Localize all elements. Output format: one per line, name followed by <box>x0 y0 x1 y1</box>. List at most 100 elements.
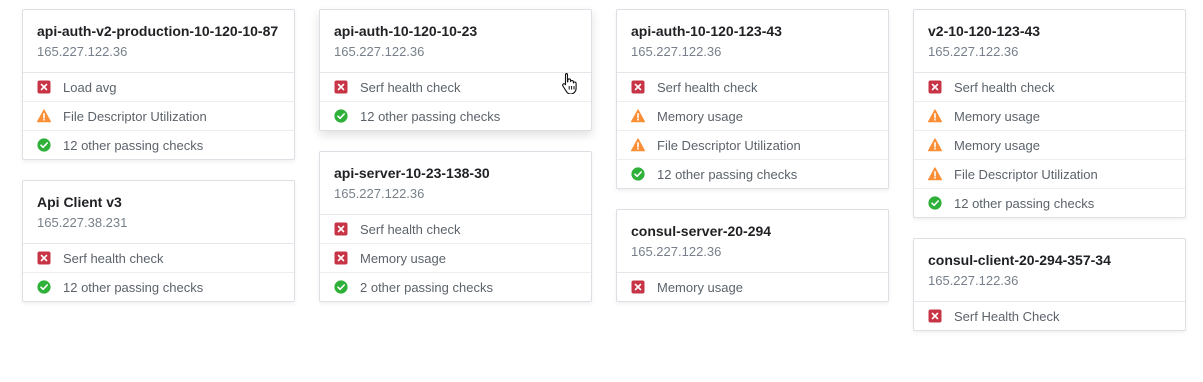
warning-icon <box>927 109 943 123</box>
node-card-header: consul-client-20-294-357-34 165.227.122.3… <box>914 239 1185 302</box>
node-card-header: api-auth-10-120-10-23 165.227.122.36 <box>320 10 591 73</box>
node-address: 165.227.122.36 <box>631 44 722 59</box>
health-check-label: Memory usage <box>657 279 743 295</box>
health-check-label: 12 other passing checks <box>360 108 501 124</box>
node-column: api-auth-v2-production-10-120-10-87 165.2… <box>22 9 295 331</box>
node-address: 165.227.38.231 <box>37 215 128 230</box>
node-card-header: api-auth-10-120-123-43 165.227.122.36 <box>617 10 888 73</box>
node-card[interactable]: v2-10-120-123-43 165.227.122.36 Serf healt… <box>913 9 1186 218</box>
health-check-item: Serf health check <box>617 73 888 101</box>
node-column: api-auth-10-120-10-23 165.227.122.36 Serf … <box>319 9 592 331</box>
health-check-label: 2 other passing checks <box>360 279 493 295</box>
passing-icon <box>37 280 51 294</box>
node-card-header: api-server-10-23-138-30 165.227.122.36 <box>320 152 591 215</box>
passing-icon <box>334 109 348 123</box>
health-check-item: Memory usage <box>320 243 591 272</box>
node-card-header: api-auth-v2-production-10-120-10-87 165.2… <box>23 10 294 73</box>
node-address: 165.227.122.36 <box>928 273 1019 288</box>
critical-icon <box>928 80 942 94</box>
health-check-list: Serf health check 12 other passing checks <box>320 73 591 130</box>
critical-icon <box>334 222 348 236</box>
warning-icon <box>927 167 943 181</box>
node-name: Api Client v3 <box>37 194 122 210</box>
health-check-item: 12 other passing checks <box>320 101 591 130</box>
health-check-list: Serf Health Check <box>914 302 1185 330</box>
hand-pointer-icon <box>562 72 577 94</box>
health-check-item: 12 other passing checks <box>617 159 888 188</box>
health-check-item: Memory usage <box>617 273 888 301</box>
health-check-list: Memory usage <box>617 273 888 301</box>
health-check-list: Serf health check Memory usage Memory usag… <box>914 73 1185 217</box>
health-check-label: Serf health check <box>954 79 1055 95</box>
health-check-item: Memory usage <box>914 101 1185 130</box>
critical-icon <box>37 80 51 94</box>
critical-icon <box>928 309 942 323</box>
node-address: 165.227.122.36 <box>928 44 1019 59</box>
passing-icon <box>631 167 645 181</box>
health-check-label: File Descriptor Utilization <box>954 166 1098 182</box>
health-check-item: Memory usage <box>914 130 1185 159</box>
node-card[interactable]: api-auth-10-120-10-23 165.227.122.36 Serf … <box>319 9 592 131</box>
health-check-item: Load avg <box>23 73 294 101</box>
health-check-label: Memory usage <box>954 137 1040 153</box>
node-address: 165.227.122.36 <box>37 44 128 59</box>
node-column: v2-10-120-123-43 165.227.122.36 Serf healt… <box>913 9 1186 331</box>
health-check-label: Serf health check <box>657 79 758 95</box>
warning-icon <box>36 109 52 123</box>
critical-icon <box>37 251 51 265</box>
critical-icon <box>631 80 645 94</box>
critical-icon <box>631 280 645 294</box>
node-card[interactable]: api-auth-v2-production-10-120-10-87 165.2… <box>22 9 295 160</box>
health-check-label: 12 other passing checks <box>954 195 1095 211</box>
node-column: api-auth-10-120-123-43 165.227.122.36 Serf… <box>616 9 889 331</box>
passing-icon <box>37 138 51 152</box>
node-name: api-auth-v2-production-10-120-10-87 <box>37 23 279 39</box>
health-check-item: File Descriptor Utilization <box>914 159 1185 188</box>
node-card[interactable]: Api Client v3 165.227.38.231 Serf health c… <box>22 180 295 302</box>
health-check-label: Memory usage <box>954 108 1040 124</box>
node-name: api-auth-10-120-10-23 <box>334 23 478 39</box>
health-check-label: File Descriptor Utilization <box>657 137 801 153</box>
warning-icon <box>630 109 646 123</box>
warning-icon <box>630 138 646 152</box>
node-name: api-auth-10-120-123-43 <box>631 23 782 39</box>
health-check-label: 12 other passing checks <box>63 279 204 295</box>
node-card[interactable]: api-server-10-23-138-30 165.227.122.36 Ser… <box>319 151 592 302</box>
health-check-item: Serf health check <box>320 73 591 101</box>
health-check-label: Memory usage <box>657 108 743 124</box>
health-check-item: Serf health check <box>320 215 591 243</box>
health-check-list: Serf health check 12 other passing checks <box>23 244 294 301</box>
health-check-label: Serf health check <box>360 221 461 237</box>
node-card[interactable]: api-auth-10-120-123-43 165.227.122.36 Serf… <box>616 9 889 189</box>
health-check-item: Serf Health Check <box>914 302 1185 330</box>
health-check-list: Serf health check Memory usage File Descri… <box>617 73 888 188</box>
node-address: 165.227.122.36 <box>334 186 425 201</box>
node-card-header: consul-server-20-294 165.227.122.36 <box>617 210 888 273</box>
node-grid: api-auth-v2-production-10-120-10-87 165.2… <box>22 9 1186 331</box>
critical-icon <box>334 80 348 94</box>
health-check-item: Memory usage <box>617 101 888 130</box>
node-card[interactable]: consul-client-20-294-357-34 165.227.122.3… <box>913 238 1186 331</box>
warning-icon <box>927 138 943 152</box>
health-check-item: 12 other passing checks <box>914 188 1185 217</box>
critical-icon <box>334 251 348 265</box>
health-check-item: 12 other passing checks <box>23 130 294 159</box>
health-check-label: Load avg <box>63 79 117 95</box>
node-name: api-server-10-23-138-30 <box>334 165 490 181</box>
health-check-list: Load avg File Descriptor Utilization 12 ot… <box>23 73 294 159</box>
health-check-item: 2 other passing checks <box>320 272 591 301</box>
health-check-label: 12 other passing checks <box>657 166 798 182</box>
passing-icon <box>928 196 942 210</box>
health-check-item: File Descriptor Utilization <box>617 130 888 159</box>
node-address: 165.227.122.36 <box>631 244 722 259</box>
node-name: consul-client-20-294-357-34 <box>928 252 1111 268</box>
node-card[interactable]: consul-server-20-294 165.227.122.36 Memory… <box>616 209 889 302</box>
health-check-label: 12 other passing checks <box>63 137 204 153</box>
health-check-label: Serf Health Check <box>954 308 1060 324</box>
health-check-item: Serf health check <box>914 73 1185 101</box>
health-check-label: Serf health check <box>63 250 164 266</box>
health-check-item: File Descriptor Utilization <box>23 101 294 130</box>
node-address: 165.227.122.36 <box>334 44 425 59</box>
passing-icon <box>334 280 348 294</box>
health-check-item: 12 other passing checks <box>23 272 294 301</box>
